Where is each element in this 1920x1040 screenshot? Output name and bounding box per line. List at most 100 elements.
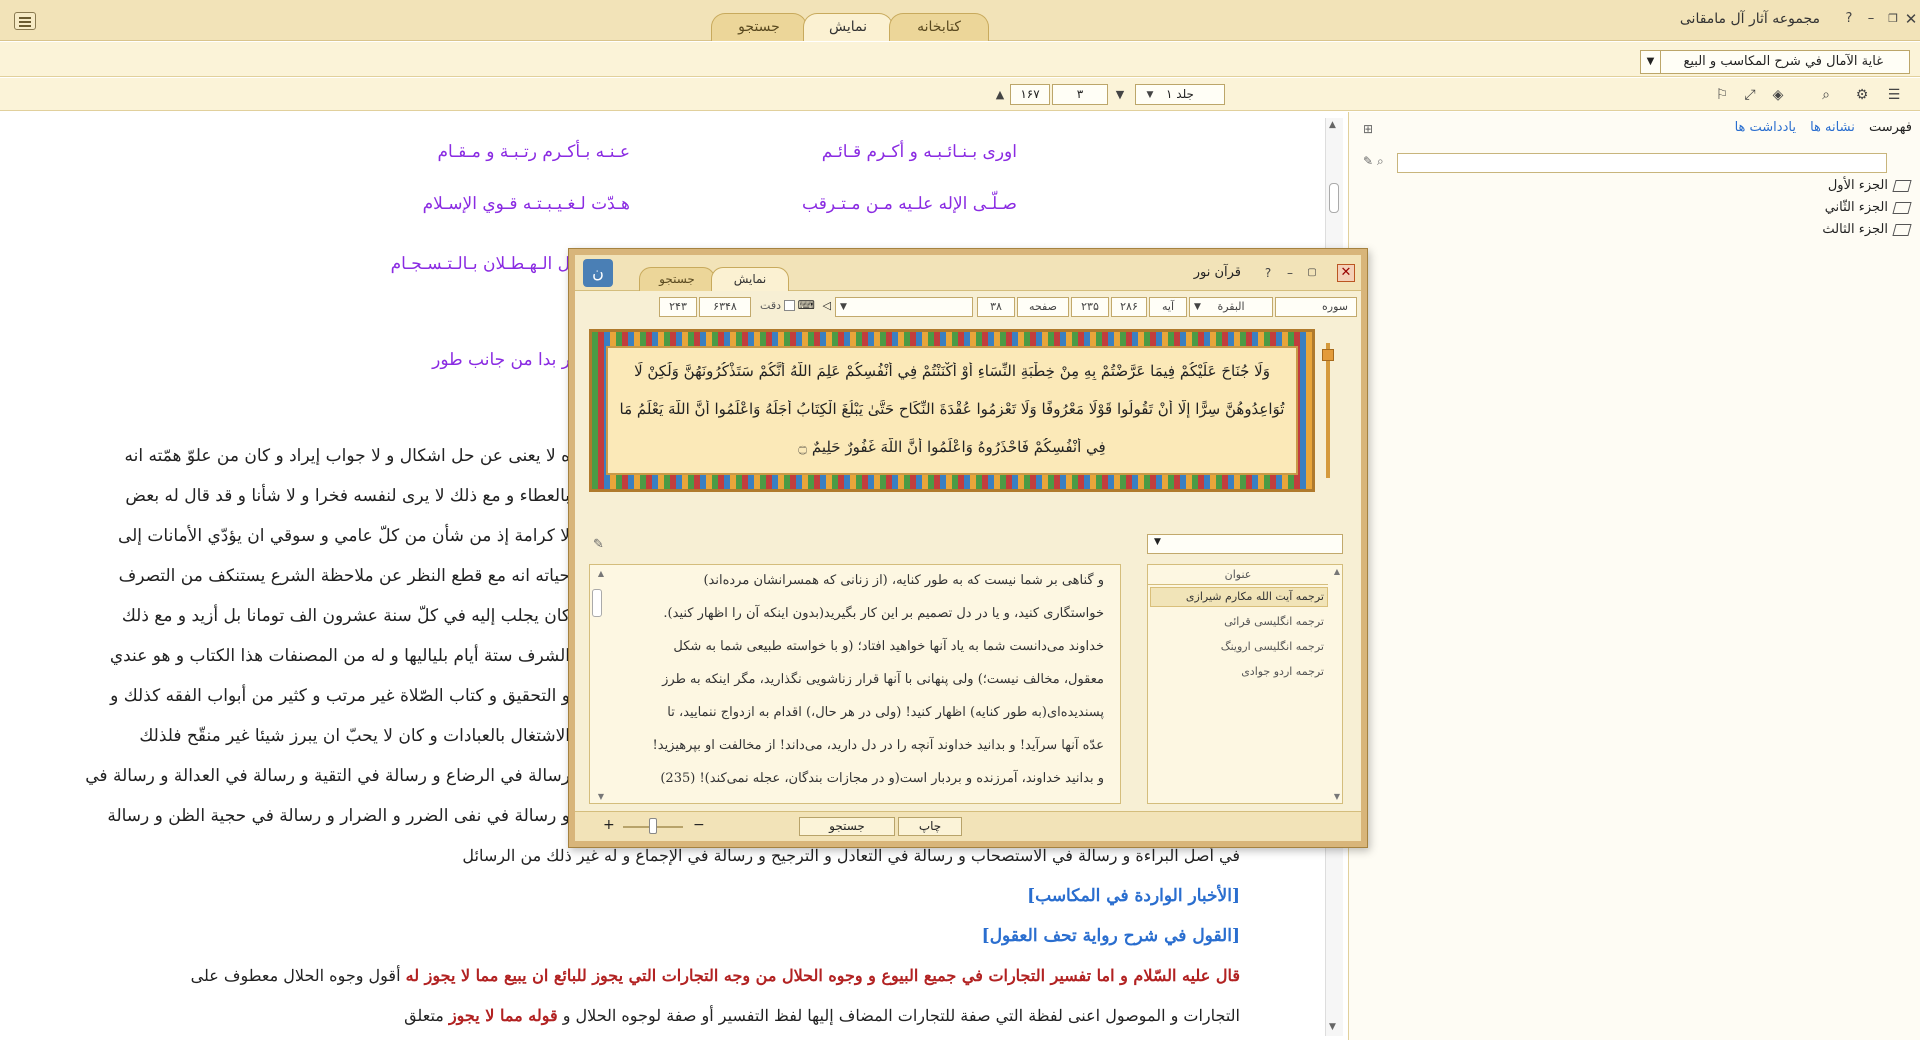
volume-value: جلد ۱ [1166,87,1194,101]
book-icon [1892,201,1912,214]
tab-library[interactable]: کتابخانه [889,13,989,41]
tree-item[interactable]: الجزء الثّاني [1825,200,1912,215]
app-menu-button[interactable] [14,12,36,30]
window-title: مجموعه آثار آل مامقانی [1679,11,1820,27]
translation-filter-select[interactable]: ▼ [1147,534,1343,554]
tree-item[interactable]: الجزء الثالث [1822,222,1912,237]
search-icon[interactable]: ⌕ [1377,154,1384,169]
sura-value: البقرة [1217,300,1245,313]
sura-label: سوره [1322,300,1348,313]
search-combo[interactable]: ▼ [835,297,973,317]
print-button[interactable]: چاپ [898,817,962,836]
index-search-input[interactable] [1397,153,1887,173]
down-arrow-icon[interactable]: ▼ [1110,85,1130,105]
help-icon[interactable]: ? [1840,10,1858,28]
translation-line: و گناهی بر شما نیست که به طور کنایه، (از… [703,573,1104,588]
scroll-up-icon[interactable]: ▲ [1334,567,1340,576]
bookmark-icon[interactable]: ⚐ [1712,85,1732,105]
sura-select[interactable]: البقرة ▼ [1189,297,1273,317]
list-item[interactable]: ترجمه انگلیسی اروینگ [1221,640,1324,653]
poem-line-left: ل الـهـطـلان بـالـتـسـجـام [390,254,570,274]
text-line: التجارات و الموصول اعنى لفظة التي صفة لل… [404,1006,1240,1025]
fullscreen-icon[interactable]: ⤢ [1740,85,1760,105]
chevron-down-icon[interactable]: ▼ [1154,537,1161,547]
commentary: أقول وجوه الحلال معطوف على [190,966,401,985]
aya-total: ۲۸۶ [1111,297,1147,317]
close-icon[interactable]: ✕ [1337,264,1355,282]
ayah-scrollbar[interactable] [1321,329,1335,492]
tab-search[interactable]: جستجو [711,13,807,41]
book-select-value: غاية الآمال في شرح المكاسب و البيع [1683,54,1883,69]
page-input[interactable]: ۳ [1052,84,1108,105]
tab-index[interactable]: فهرست [1869,120,1912,135]
toolbar: ▲ ۱۶۷ ۳ ▼ جلد ۱ ▼ ⚐ ⤢ ◈ ⌕ ⚙ ☰ [0,78,1920,111]
total-pages: ۱۶۷ [1010,84,1050,105]
minimize-icon[interactable]: – [1281,264,1299,282]
tab-display[interactable]: نمایش [803,13,893,41]
keyboard-icon[interactable]: ⌨ [798,298,815,312]
precise-checkbox[interactable] [784,300,795,311]
zoom-in-icon[interactable]: + [603,817,615,833]
list-item[interactable]: ترجمه اردو جوادی [1241,665,1324,678]
list-item[interactable]: ترجمه انگلیسی قرائی [1224,615,1324,628]
maximize-icon[interactable]: ▢ [1303,264,1321,282]
ayah-line: تُوَاعِدُوهُنَّ سِرًّا إِلَّا أَنْ تَقُو… [619,400,1285,418]
quran-tab-display[interactable]: نمایش [711,267,789,291]
up-arrow-icon[interactable]: ▲ [990,85,1010,105]
chevron-down-icon[interactable]: ▼ [1641,51,1661,73]
tab-notes[interactable]: یادداشت ها [1735,120,1796,135]
scroll-down-icon[interactable]: ▼ [1329,1022,1336,1032]
list-icon[interactable]: ☰ [1884,85,1904,105]
layers-icon[interactable]: ◈ [1768,85,1788,105]
chevron-down-icon[interactable]: ▼ [840,298,847,316]
restore-icon[interactable]: ❐ [1884,10,1902,28]
close-icon[interactable]: ✕ [1902,10,1920,28]
gear-icon[interactable]: ⚙ [1852,85,1872,105]
list-item[interactable]: ترجمه آیت الله مکارم شیرازی [1186,590,1324,603]
aya-input[interactable]: ۲۳۵ [1071,297,1109,317]
zoom-out-icon[interactable]: − [693,817,705,833]
ayah-text-area: وَلَا جُنَاحَ عَلَيْكُمْ فِيمَا عَرَّضْت… [606,346,1298,475]
wrench-icon[interactable]: ✎ [1363,154,1373,168]
text-line: في أصل البراءة و رسالة في الاستصحاب و رس… [462,846,1240,865]
quran-logo-icon: ن [583,259,613,287]
title-bar: جستجو نمایش کتابخانه مجموعه آثار آل مامق… [0,0,1920,41]
chevron-down-icon[interactable]: ▼ [1194,298,1201,316]
translation-scrollbar[interactable]: ▲ ▼ [592,569,604,801]
minimize-icon[interactable]: – [1862,10,1880,28]
scroll-thumb[interactable] [592,589,602,617]
quran-bottom-bar: + − جستجو چاپ [575,811,1361,841]
stat-b: ۲۴۳ [659,297,697,317]
scroll-down-icon[interactable]: ▼ [598,792,604,801]
panel-toggle-icon[interactable]: ⊞ [1363,122,1373,136]
search-button[interactable]: جستجو [799,817,895,836]
scroll-up-icon[interactable]: ▲ [1329,120,1336,130]
tab-bookmarks[interactable]: نشانه ها [1810,120,1855,135]
play-back-icon[interactable]: ◁ [823,299,831,312]
translation-list: عنوان ترجمه آیت الله مکارم شیرازی ترجمه … [1147,564,1343,804]
quran-tab-search[interactable]: جستجو [639,267,715,291]
translation-line: و بدانید خداوند، آمرزنده و بردبار است(و … [660,771,1104,786]
text-line: و التحقيق و كتاب الصّلاة غير مرتب و كثير… [110,686,570,706]
page-input[interactable]: ۳۸ [977,297,1015,317]
precise-label: دقت [760,299,781,312]
book-select[interactable]: غاية الآمال في شرح المكاسب و البيع ▼ [1640,50,1910,74]
poem-line-right: اوری بـنـائـبـه و أکـرم قـائـم [821,142,1017,162]
sura-field[interactable]: سوره [1275,297,1357,317]
ayah-frame: وَلَا جُنَاحَ عَلَيْكُمْ فِيمَا عَرَّضْت… [589,329,1315,492]
scroll-down-icon[interactable]: ▼ [1334,792,1340,801]
ayah-scroll-knob[interactable] [1322,349,1334,361]
zoom-slider-handle[interactable] [649,818,657,834]
wrench-icon[interactable]: ✎ [593,537,604,552]
tree-item[interactable]: الجزء الأول [1828,178,1912,193]
list-header: عنوان [1148,565,1328,585]
help-icon[interactable]: ? [1259,264,1277,282]
scroll-thumb[interactable] [1329,183,1339,213]
translation-text: و گناهی بر شما نیست که به طور کنایه، (از… [589,564,1121,804]
scroll-up-icon[interactable]: ▲ [592,569,604,578]
poem-line-left: عـنـه بـأکـرم رتـبـة و مـقـام [437,142,630,162]
volume-dropdown-icon[interactable]: ▼ [1140,85,1160,105]
text-line: حياته انه مع قطع النظر عن ملاحظة الشرع ي… [118,566,570,586]
search-icon[interactable]: ⌕ [1816,85,1836,105]
ayah-line: فِي أَنْفُسِكُمْ فَاحْذَرُوهُ وَاعْلَمُو… [798,438,1106,456]
